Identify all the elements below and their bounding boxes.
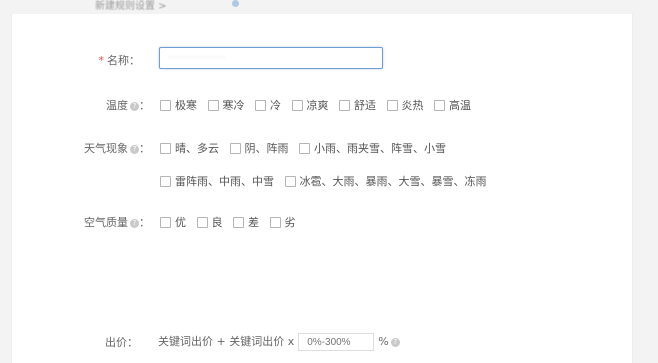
checkbox[interactable]	[299, 142, 310, 154]
bid-row: 关键词出价 + 关键词出价 x%?	[158, 333, 400, 351]
name-label: 名称：	[107, 54, 140, 67]
air-quality-option[interactable]: 优	[160, 214, 186, 230]
bid-formula: 关键词出价 + 关键词出价 x	[158, 335, 295, 348]
checkbox[interactable]	[386, 99, 398, 111]
breadcrumb: 新建规则设置 >	[95, 1, 167, 12]
temperature-label-group: 温度?：	[106, 99, 150, 112]
help-icon[interactable]: ?	[130, 218, 139, 228]
weather-label-group: 天气现象?：	[84, 142, 150, 155]
weather-label: 天气现象	[84, 142, 128, 155]
checkbox[interactable]	[339, 99, 350, 111]
temperature-label: 温度	[106, 99, 128, 112]
checkbox[interactable]	[269, 216, 281, 228]
weather-option[interactable]: 阴、阵雨	[229, 140, 289, 156]
bid-percent-input[interactable]	[298, 333, 375, 351]
help-icon[interactable]	[232, 0, 239, 7]
temperature-options: 极寒 寒冷 冷 凉爽 舒适 炎热 高温	[160, 97, 478, 114]
air-quality-options: 优 良 差 劣	[160, 214, 303, 231]
temperature-option[interactable]: 冷	[255, 97, 281, 113]
temperature-option[interactable]: 寒冷	[207, 97, 245, 113]
checkbox[interactable]	[160, 99, 171, 111]
checkbox[interactable]	[291, 99, 303, 111]
checkbox[interactable]	[160, 142, 171, 154]
temperature-option[interactable]: 高温	[434, 97, 471, 113]
name-label-group: * 名称：	[90, 52, 141, 68]
air-quality-option[interactable]: 差	[233, 214, 259, 230]
help-icon[interactable]: ?	[130, 144, 139, 154]
air-quality-label: 空气质量	[84, 216, 128, 229]
checkbox[interactable]	[284, 175, 296, 187]
air-quality-option[interactable]: 良	[196, 214, 223, 230]
bid-label: 出价：	[105, 336, 138, 349]
help-icon[interactable]: ?	[390, 337, 400, 347]
checkbox[interactable]	[160, 216, 171, 228]
air-quality-label-group: 空气质量?：	[84, 216, 150, 229]
checkbox[interactable]	[196, 216, 208, 228]
temperature-option[interactable]: 极寒	[160, 97, 197, 113]
weather-option[interactable]: 晴、多云	[160, 140, 219, 156]
checkbox[interactable]	[233, 216, 244, 228]
help-icon[interactable]: ?	[130, 101, 139, 111]
checkbox[interactable]	[229, 142, 241, 154]
weather-option[interactable]: 雷阵雨、中雨、中雪	[160, 173, 274, 189]
name-input[interactable]: ···············	[159, 47, 383, 69]
checkbox[interactable]	[160, 175, 171, 187]
temperature-option[interactable]: 炎热	[386, 97, 424, 113]
temperature-option[interactable]: 凉爽	[291, 97, 329, 113]
air-quality-option[interactable]: 劣	[269, 214, 296, 230]
temperature-option[interactable]: 舒适	[339, 97, 376, 113]
weather-option[interactable]: 冰雹、大雨、暴雨、大雪、暴雪、冻雨	[284, 173, 487, 189]
required-mark: *	[98, 54, 105, 67]
percent-unit: %	[378, 335, 389, 348]
checkbox[interactable]	[255, 99, 266, 111]
weather-option[interactable]: 小雨、雨夹雪、阵雪、小雪	[299, 140, 446, 156]
weather-options-row1: 晴、多云 阴、阵雨 小雨、雨夹雪、阵雪、小雪	[160, 140, 453, 157]
top-bar: 新建规则设置 >	[0, 0, 658, 14]
checkbox[interactable]	[434, 99, 445, 111]
weather-options-row2: 雷阵雨、中雨、中雪 冰雹、大雨、暴雨、大雪、暴雪、冻雨	[160, 173, 494, 190]
name-input-value: ···············	[168, 53, 226, 63]
checkbox[interactable]	[207, 99, 219, 111]
